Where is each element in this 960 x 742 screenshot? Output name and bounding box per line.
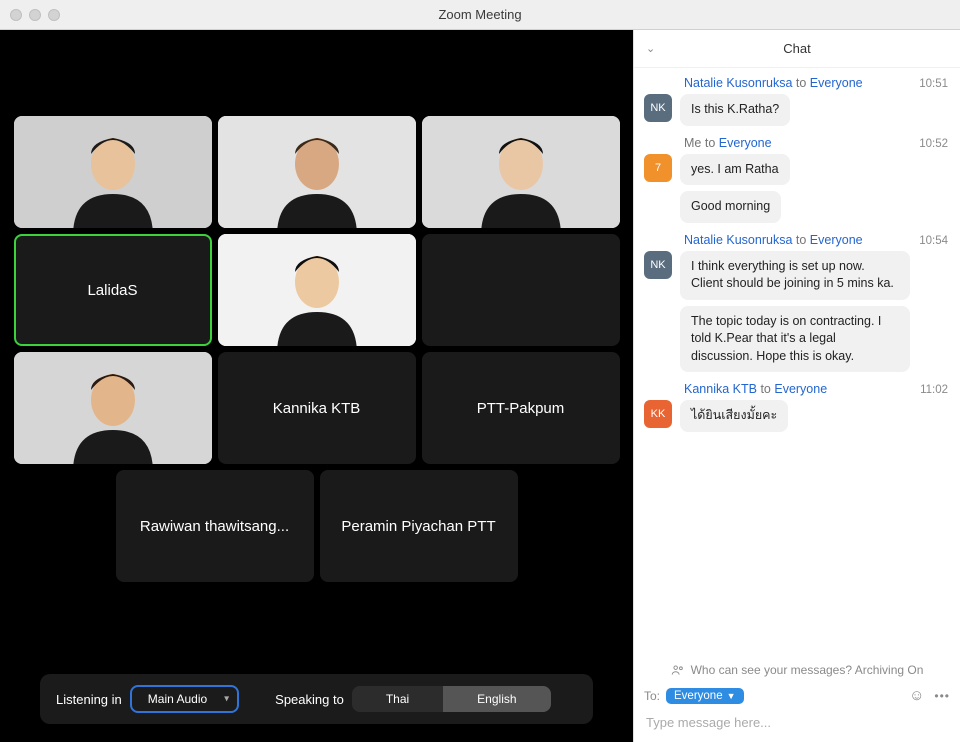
window-title-bar: Zoom Meeting xyxy=(0,0,960,30)
chat-message-group: Natalie Kusonruksa to Everyone 10:51 NK Is … xyxy=(644,76,948,126)
chat-sender: Natalie Kusonruksa to Everyone xyxy=(684,76,863,90)
participant-tile[interactable] xyxy=(422,234,620,346)
participant-tile[interactable]: LalidaS xyxy=(14,234,212,346)
chat-message-row: NK I think everything is set up now. Clie… xyxy=(644,251,948,300)
chat-message-bubble[interactable]: ได้ยินเสียงมั้ยคะ xyxy=(680,400,788,432)
participant-name-label: PTT-Pakpum xyxy=(477,400,565,417)
participant-name-label: Kannika KTB xyxy=(273,400,361,417)
chat-message-row: Good morning xyxy=(644,191,948,223)
participant-tile[interactable]: Rawiwan thawitsang... xyxy=(116,470,314,582)
participant-name-label: LalidaS xyxy=(87,282,137,299)
speaking-to-label: Speaking to xyxy=(275,692,344,707)
people-icon xyxy=(671,663,685,677)
listening-in-value: Main Audio xyxy=(148,692,207,706)
chat-panel: ⌄ Chat Natalie Kusonruksa to Everyone 10:… xyxy=(633,30,960,742)
window-title: Zoom Meeting xyxy=(438,7,521,22)
participant-tile[interactable] xyxy=(218,116,416,228)
maximize-window-button[interactable] xyxy=(48,9,60,21)
traffic-lights xyxy=(10,9,60,21)
chat-message-bubble[interactable]: I think everything is set up now. Client… xyxy=(680,251,910,300)
chat-to-label: To: xyxy=(644,689,660,703)
chat-to-selector[interactable]: Everyone ▼ xyxy=(666,688,744,704)
chat-to-row: To: Everyone ▼ ☺ ••• xyxy=(634,683,960,708)
chat-sender: Kannika KTB to Everyone xyxy=(684,382,827,396)
chat-input-area xyxy=(634,708,960,742)
chat-message-bubble[interactable]: yes. I am Ratha xyxy=(680,154,790,186)
chat-timestamp: 10:52 xyxy=(919,138,948,150)
video-grid: LalidaS Kannika KTB PTT-Pakpum Rawiwan thaw… xyxy=(0,30,633,674)
speaking-to-english[interactable]: English xyxy=(443,686,550,712)
person-video-placeholder xyxy=(218,234,416,346)
listening-in-label: Listening in xyxy=(56,692,122,707)
chat-message-group: Natalie Kusonruksa to Everyone 10:54 NK I t… xyxy=(644,233,948,373)
participant-tile[interactable] xyxy=(422,116,620,228)
chevron-down-icon: ▼ xyxy=(727,691,736,701)
chat-message-list[interactable]: Natalie Kusonruksa to Everyone 10:51 NK Is … xyxy=(634,68,960,657)
avatar: NK xyxy=(644,251,672,279)
chat-message-group: Kannika KTB to Everyone 11:02 KK ได้ยินเสีย… xyxy=(644,382,948,432)
participant-name-label: Rawiwan thawitsang... xyxy=(140,518,289,535)
language-control-bar: Listening in Main Audio ▾ Speaking to Th… xyxy=(40,674,593,724)
chat-header: ⌄ Chat xyxy=(634,30,960,68)
more-options-icon[interactable]: ••• xyxy=(934,689,950,703)
chat-message-group: Me to Everyone 10:52 7 yes. I am Ratha Good … xyxy=(644,136,948,223)
emoji-icon[interactable]: ☺ xyxy=(909,687,924,704)
participant-name-label: Peramin Piyachan PTT xyxy=(341,518,495,535)
chat-message-bubble[interactable]: The topic today is on contracting. I tol… xyxy=(680,306,910,373)
chat-message-row: KK ได้ยินเสียงมั้ยคะ xyxy=(644,400,948,432)
speaking-to-thai[interactable]: Thai xyxy=(352,686,443,712)
participant-tile[interactable] xyxy=(14,352,212,464)
chat-message-meta: Kannika KTB to Everyone 11:02 xyxy=(644,382,948,396)
video-area: LalidaS Kannika KTB PTT-Pakpum Rawiwan thaw… xyxy=(0,30,633,742)
person-video-placeholder xyxy=(218,116,416,228)
participant-tile[interactable]: PTT-Pakpum xyxy=(422,352,620,464)
chat-sender: Me to Everyone xyxy=(684,136,772,150)
chat-message-row: 7 yes. I am Ratha xyxy=(644,154,948,186)
participant-tile[interactable] xyxy=(14,116,212,228)
chat-message-row: The topic today is on contracting. I tol… xyxy=(644,306,948,373)
close-window-button[interactable] xyxy=(10,9,22,21)
avatar: 7 xyxy=(644,154,672,182)
chat-collapse-icon[interactable]: ⌄ xyxy=(646,42,655,55)
listening-in-dropdown[interactable]: Main Audio ▾ xyxy=(130,685,239,713)
person-video-placeholder xyxy=(422,116,620,228)
chat-message-meta: Me to Everyone 10:52 xyxy=(644,136,948,150)
chat-message-bubble[interactable]: Is this K.Ratha? xyxy=(680,94,790,126)
chat-privacy-info[interactable]: Who can see your messages? Archiving On xyxy=(634,657,960,683)
participant-tile[interactable] xyxy=(218,234,416,346)
chat-message-row: NK Is this K.Ratha? xyxy=(644,94,948,126)
chat-sender: Natalie Kusonruksa to Everyone xyxy=(684,233,863,247)
chat-timestamp: 10:54 xyxy=(919,235,948,247)
chevron-down-icon: ▾ xyxy=(224,694,229,705)
chat-title: Chat xyxy=(783,41,810,56)
person-video-placeholder xyxy=(14,352,212,464)
avatar: KK xyxy=(644,400,672,428)
chat-message-meta: Natalie Kusonruksa to Everyone 10:54 xyxy=(644,233,948,247)
chat-message-bubble[interactable]: Good morning xyxy=(680,191,781,223)
chat-timestamp: 10:51 xyxy=(919,78,948,90)
chat-message-input[interactable] xyxy=(646,715,948,730)
avatar: NK xyxy=(644,94,672,122)
participant-tile[interactable]: Kannika KTB xyxy=(218,352,416,464)
participant-tile[interactable]: Peramin Piyachan PTT xyxy=(320,470,518,582)
chat-message-meta: Natalie Kusonruksa to Everyone 10:51 xyxy=(644,76,948,90)
minimize-window-button[interactable] xyxy=(29,9,41,21)
speaking-to-segmented: Thai English xyxy=(352,686,551,712)
chat-timestamp: 11:02 xyxy=(920,384,948,396)
person-video-placeholder xyxy=(14,116,212,228)
